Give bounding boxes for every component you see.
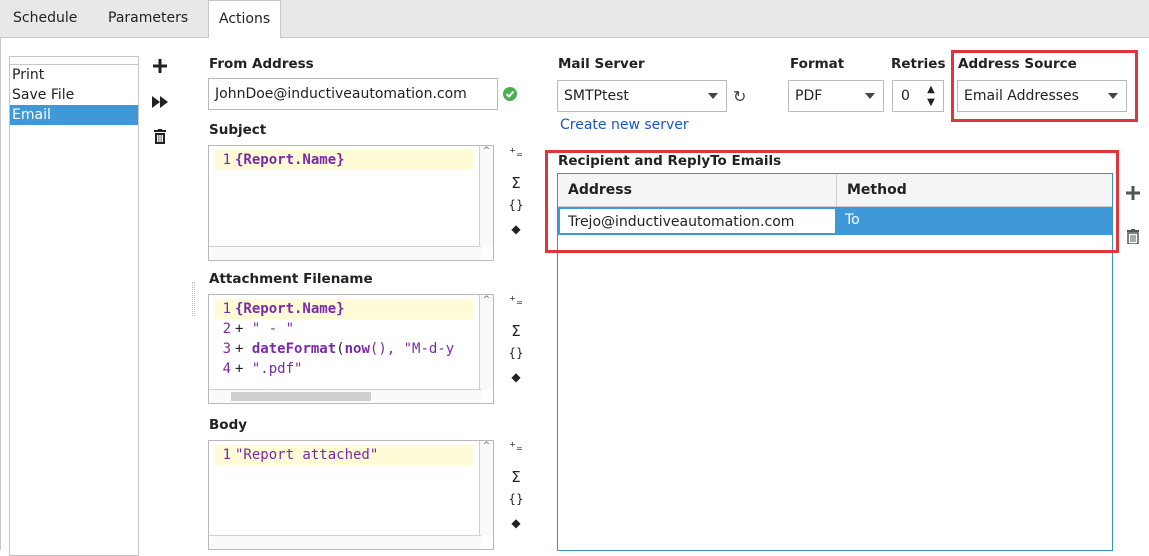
body-tools: ⁺₌ Σ {} ◆ <box>506 440 526 536</box>
subject-label: Subject <box>209 122 267 138</box>
trash-icon <box>154 128 166 144</box>
code-line: 3 + dateFormat(now(), "M-d-y <box>222 341 455 357</box>
tag-icon[interactable]: ◆ <box>511 370 520 390</box>
chevron-down-icon <box>1108 93 1118 99</box>
horizontal-scrollbar[interactable] <box>209 246 481 260</box>
braces-icon[interactable]: {} <box>508 346 523 370</box>
address-source-label: Address Source <box>958 56 1077 72</box>
code-line: 1 {Report.Name} <box>215 150 473 170</box>
trash-icon <box>1127 228 1139 244</box>
attachment-filename-label: Attachment Filename <box>209 271 373 287</box>
action-item-save-file[interactable]: Save File <box>10 85 138 105</box>
action-item-print[interactable]: Print <box>10 64 138 85</box>
attachment-editor[interactable]: 1 {Report.Name} 2 + " - " 3 + dateFormat(no… <box>208 294 494 404</box>
sum-icon[interactable]: Σ <box>511 174 520 198</box>
horizontal-scrollbar[interactable] <box>209 389 481 403</box>
address-source-dropdown[interactable]: Email Addresses <box>957 80 1127 112</box>
recipients-highlight <box>545 150 1119 253</box>
create-new-server-link[interactable]: Create new server <box>560 117 689 133</box>
code-line: 1 "Report attached" <box>215 445 473 465</box>
subject-editor[interactable]: 1 {Report.Name} ^ <box>208 145 494 261</box>
vertical-scrollbar[interactable]: ^ <box>479 441 493 535</box>
address-source-value: Email Addresses <box>964 88 1079 104</box>
body-label: Body <box>209 417 248 433</box>
body-editor[interactable]: 1 "Report attached" ^ <box>208 440 494 550</box>
insert-icon[interactable]: ⁺₌ <box>509 294 523 322</box>
tab-actions[interactable]: Actions <box>208 0 282 39</box>
retries-label: Retries <box>891 56 946 72</box>
splitter-grip[interactable] <box>192 282 195 316</box>
from-address-field[interactable]: JohnDoe@inductiveautomation.com <box>208 78 498 110</box>
delete-action-button[interactable] <box>150 126 170 146</box>
add-action-button[interactable] <box>150 56 170 76</box>
plus-icon <box>1126 186 1140 200</box>
sum-icon[interactable]: Σ <box>511 322 520 346</box>
valid-check-icon <box>503 87 517 101</box>
insert-icon[interactable]: ⁺₌ <box>509 440 523 468</box>
format-label: Format <box>790 56 845 72</box>
chevron-down-icon <box>865 93 875 99</box>
mail-server-dropdown[interactable]: SMTPtest <box>557 80 727 112</box>
insert-icon[interactable]: ⁺₌ <box>509 146 523 174</box>
retries-value: 0 <box>901 88 910 104</box>
from-address-label: From Address <box>209 56 314 72</box>
mail-server-value: SMTPtest <box>564 88 629 104</box>
horizontal-scrollbar[interactable] <box>209 535 481 549</box>
plus-icon <box>153 59 167 73</box>
run-action-button[interactable] <box>150 92 170 112</box>
tag-icon[interactable]: ◆ <box>511 516 520 536</box>
attachment-tools: ⁺₌ Σ {} ◆ <box>506 294 526 390</box>
refresh-icon[interactable]: ↻ <box>733 87 753 106</box>
braces-icon[interactable]: {} <box>508 198 523 222</box>
vertical-scrollbar[interactable]: ^ <box>479 146 493 246</box>
tag-icon[interactable]: ◆ <box>511 222 520 242</box>
format-value: PDF <box>795 88 823 104</box>
code-line: 1 {Report.Name} <box>215 299 473 319</box>
subject-tools: ⁺₌ Σ {} ◆ <box>506 146 526 242</box>
fast-forward-icon <box>152 96 168 108</box>
action-list: Print Save File Email <box>9 56 139 556</box>
format-dropdown[interactable]: PDF <box>788 80 884 112</box>
vertical-scrollbar[interactable]: ^ <box>479 295 493 389</box>
tab-parameters[interactable]: Parameters <box>98 0 198 38</box>
delete-recipient-button[interactable] <box>1123 226 1143 246</box>
retries-stepper[interactable]: 0 ▲ ▼ <box>892 80 944 112</box>
sum-icon[interactable]: Σ <box>511 468 520 492</box>
action-item-email[interactable]: Email <box>10 105 138 125</box>
increment-icon[interactable]: ▲ <box>921 83 941 96</box>
chevron-down-icon <box>708 93 718 99</box>
code-line: 4 + ".pdf" <box>222 361 303 377</box>
braces-icon[interactable]: {} <box>508 492 523 516</box>
mail-server-label: Mail Server <box>558 56 645 72</box>
tab-schedule[interactable]: Schedule <box>3 0 87 38</box>
decrement-icon[interactable]: ▼ <box>921 96 941 109</box>
add-recipient-button[interactable] <box>1123 183 1143 203</box>
code-line: 2 + " - " <box>222 321 295 337</box>
